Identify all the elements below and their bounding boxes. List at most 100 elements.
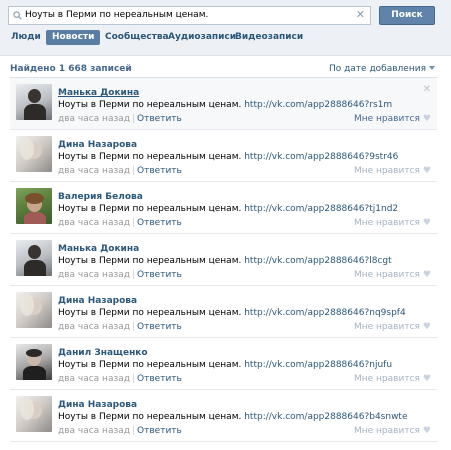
- post-author[interactable]: Манька Докина: [58, 88, 139, 98]
- post-body: Ноуты в Перми по нереальным ценам.: [58, 256, 242, 266]
- post-author[interactable]: Дина Назарова: [58, 296, 137, 306]
- like-button[interactable]: Мне нравится ♥: [354, 322, 431, 332]
- heart-icon[interactable]: ♥: [423, 114, 431, 124]
- sort-dropdown[interactable]: По дате добавления: [329, 64, 435, 74]
- like-label[interactable]: Мне нравится: [354, 426, 420, 436]
- post-time[interactable]: два часа назад: [58, 426, 130, 436]
- results-count: Найдено 1 668 записей: [10, 64, 132, 74]
- list-item: Манька Докина ✕ Ноуты в Перми по нереаль…: [10, 78, 437, 130]
- search-input[interactable]: Ноуты в Перми по нереальным ценам.: [25, 10, 208, 20]
- avatar[interactable]: [16, 344, 52, 380]
- post-link[interactable]: http://vk.com/app2888646?b4snwte: [244, 412, 407, 422]
- heart-icon[interactable]: ♥: [423, 270, 431, 280]
- tab-communities[interactable]: Сообщества: [105, 30, 169, 45]
- like-label[interactable]: Мне нравится: [354, 322, 420, 332]
- post-link[interactable]: http://vk.com/app2888646?nq9spf4: [244, 308, 405, 318]
- like-button[interactable]: Мне нравится ♥: [354, 114, 431, 124]
- separator: |: [131, 374, 136, 384]
- post-time[interactable]: два часа назад: [58, 322, 130, 332]
- post-time[interactable]: два часа назад: [58, 270, 130, 280]
- post-author[interactable]: Манька Докина: [58, 244, 139, 254]
- post-link[interactable]: http://vk.com/app2888646?rs1m: [244, 100, 392, 110]
- list-item: Манька Докина Ноуты в Перми по нереальны…: [10, 234, 437, 286]
- post-body: Ноуты в Перми по нереальным ценам.: [58, 360, 242, 370]
- separator: |: [131, 426, 136, 436]
- post-link[interactable]: http://vk.com/app2888646?9str46: [244, 152, 398, 162]
- heart-icon[interactable]: ♥: [423, 426, 431, 436]
- list-item: Дина Назарова Ноуты в Перми по нереальны…: [10, 130, 437, 182]
- post-meta: два часа назад | Ответить: [58, 322, 182, 332]
- post-time[interactable]: два часа назад: [58, 114, 130, 124]
- like-label[interactable]: Мне нравится: [354, 374, 420, 384]
- post-time[interactable]: два часа назад: [58, 374, 130, 384]
- post-text: Ноуты в Перми по нереальным ценам. http:…: [58, 204, 398, 214]
- like-label[interactable]: Мне нравится: [354, 166, 420, 176]
- post-link[interactable]: http://vk.com/app2888646?l8cgt: [244, 256, 391, 266]
- reply-link[interactable]: Ответить: [137, 270, 182, 280]
- close-icon[interactable]: ✕: [423, 84, 431, 95]
- heart-icon[interactable]: ♥: [423, 218, 431, 228]
- avatar[interactable]: [16, 292, 52, 328]
- post-text: Ноуты в Перми по нереальным ценам. http:…: [58, 100, 392, 110]
- reply-link[interactable]: Ответить: [137, 218, 182, 228]
- heart-icon[interactable]: ♥: [423, 322, 431, 332]
- list-item: Валерия Белова Ноуты в Перми по нереальн…: [10, 182, 437, 234]
- list-item: Дина Назарова Ноуты в Перми по нереальны…: [10, 390, 437, 442]
- like-button[interactable]: Мне нравится ♥: [354, 426, 431, 436]
- list-item: Дина Назарова Ноуты в Перми по нереальны…: [10, 286, 437, 338]
- separator: |: [131, 166, 136, 176]
- reply-link[interactable]: Ответить: [137, 166, 182, 176]
- separator: |: [131, 218, 136, 228]
- post-link[interactable]: http://vk.com/app2888646?tj1nd2: [244, 204, 398, 214]
- post-body: Ноуты в Перми по нереальным ценам.: [58, 412, 242, 422]
- post-body: Ноуты в Перми по нереальным ценам.: [58, 308, 242, 318]
- separator: |: [131, 322, 136, 332]
- post-author[interactable]: Данил Знащенко: [58, 348, 148, 358]
- heart-icon[interactable]: ♥: [423, 166, 431, 176]
- tab-people[interactable]: Люди: [11, 30, 41, 45]
- avatar[interactable]: [16, 396, 52, 432]
- separator: |: [131, 114, 136, 124]
- like-label[interactable]: Мне нравится: [354, 270, 420, 280]
- reply-link[interactable]: Ответить: [137, 426, 182, 436]
- like-button[interactable]: Мне нравится ♥: [354, 374, 431, 384]
- post-text: Ноуты в Перми по нереальным ценам. http:…: [58, 256, 392, 266]
- post-body: Ноуты в Перми по нереальным ценам.: [58, 204, 242, 214]
- reply-link[interactable]: Ответить: [137, 322, 182, 332]
- close-icon[interactable]: ✕: [356, 8, 365, 21]
- like-label[interactable]: Мне нравится: [354, 218, 420, 228]
- post-time[interactable]: два часа назад: [58, 218, 130, 228]
- tab-news[interactable]: Новости: [46, 30, 101, 45]
- avatar[interactable]: [16, 240, 52, 276]
- post-meta: два часа назад | Ответить: [58, 218, 182, 228]
- post-link[interactable]: http://vk.com/app2888646?njufu: [244, 360, 392, 370]
- like-label[interactable]: Мне нравится: [354, 114, 420, 124]
- post-text: Ноуты в Перми по нереальным ценам. http:…: [58, 412, 408, 422]
- search-header: Ноуты в Перми по нереальным ценам. ✕ Пои…: [0, 0, 451, 56]
- sort-label[interactable]: По дате добавления: [329, 64, 426, 74]
- post-author[interactable]: Валерия Белова: [58, 192, 143, 202]
- search-field[interactable]: Ноуты в Перми по нереальным ценам. ✕: [8, 6, 371, 25]
- chevron-down-icon: [429, 66, 435, 70]
- reply-link[interactable]: Ответить: [137, 374, 182, 384]
- tab-video[interactable]: Видеозаписи: [235, 30, 303, 45]
- like-button[interactable]: Мне нравится ♥: [354, 270, 431, 280]
- tab-audio[interactable]: Аудиозаписи: [168, 30, 236, 45]
- avatar[interactable]: [16, 84, 52, 120]
- reply-link[interactable]: Ответить: [137, 114, 182, 124]
- post-text: Ноуты в Перми по нереальным ценам. http:…: [58, 360, 392, 370]
- heart-icon[interactable]: ♥: [423, 374, 431, 384]
- post-meta: два часа назад | Ответить: [58, 426, 182, 436]
- avatar[interactable]: [16, 136, 52, 172]
- post-author[interactable]: Дина Назарова: [58, 140, 137, 150]
- separator: |: [131, 270, 136, 280]
- like-button[interactable]: Мне нравится ♥: [354, 218, 431, 228]
- like-button[interactable]: Мне нравится ♥: [354, 166, 431, 176]
- post-author[interactable]: Дина Назарова: [58, 400, 137, 410]
- search-button[interactable]: Поиск: [379, 6, 435, 25]
- post-meta: два часа назад | Ответить: [58, 114, 182, 124]
- post-body: Ноуты в Перми по нереальным ценам.: [58, 100, 242, 110]
- avatar[interactable]: [16, 188, 52, 224]
- post-time[interactable]: два часа назад: [58, 166, 130, 176]
- post-text: Ноуты в Перми по нереальным ценам. http:…: [58, 152, 398, 162]
